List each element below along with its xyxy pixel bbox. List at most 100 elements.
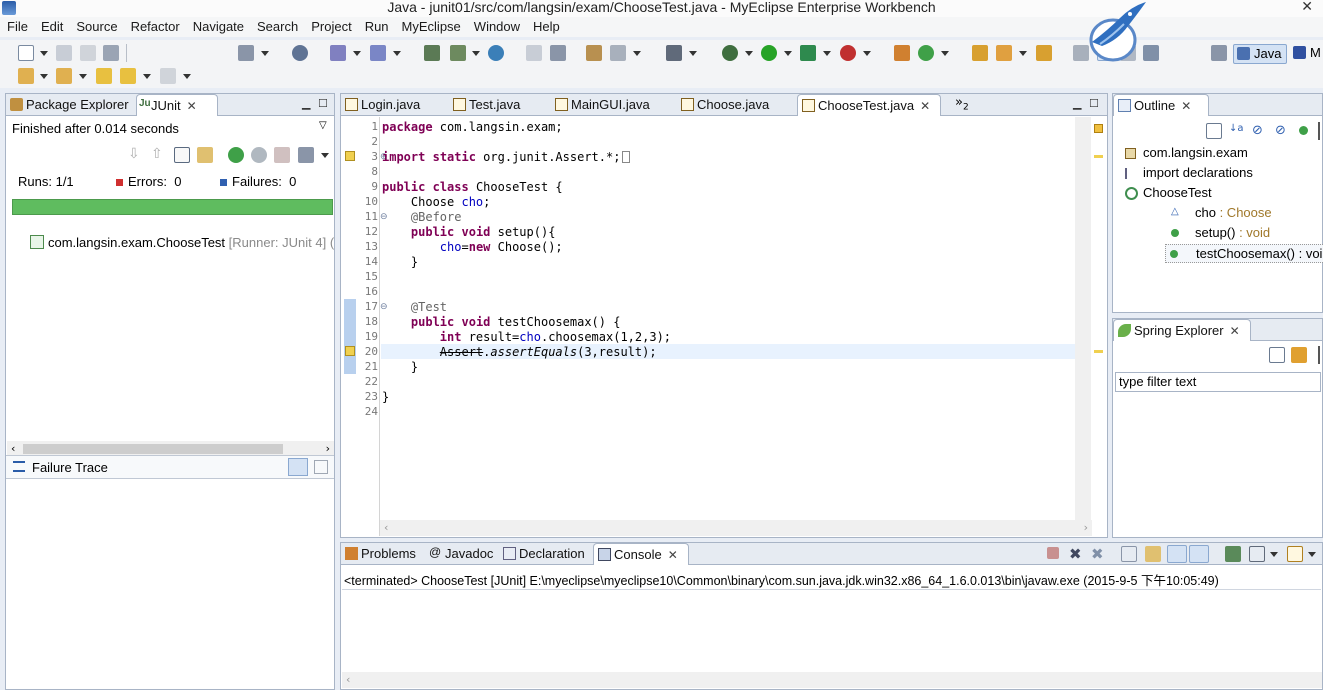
menu-navigate[interactable]: Navigate <box>186 17 250 34</box>
scroll-left-icon[interactable]: ‹ <box>346 673 350 686</box>
menu-source[interactable]: Source <box>69 17 123 34</box>
new-dropdown-icon[interactable] <box>40 51 48 56</box>
tab-login-java[interactable]: Login.java <box>341 94 445 116</box>
server-icon[interactable] <box>238 45 254 61</box>
collapse-all-icon[interactable] <box>1269 347 1285 363</box>
debug-icon[interactable] <box>722 45 738 61</box>
code-line[interactable]: public void testChoosemax() { <box>382 315 621 329</box>
external-tools-dropdown-icon[interactable] <box>863 51 871 56</box>
tab-maingui-java[interactable]: MainGUI.java <box>551 94 673 116</box>
settings-dropdown-icon[interactable] <box>633 51 641 56</box>
search-folder-icon[interactable] <box>1036 45 1052 61</box>
close-icon[interactable]: ✕ <box>920 99 930 113</box>
tab-javadoc[interactable]: @ Javadoc <box>425 543 497 565</box>
display-console-dropdown-icon[interactable] <box>1270 552 1278 557</box>
forward-icon[interactable] <box>160 68 176 84</box>
clear-console-icon[interactable] <box>1121 546 1137 562</box>
wizard-icon[interactable] <box>330 45 346 61</box>
outline-item-imports[interactable]: import declarations <box>1125 165 1253 180</box>
sort-icon[interactable]: ↓a <box>1229 123 1245 139</box>
display-console-icon[interactable] <box>1249 546 1265 562</box>
db-connect-icon[interactable] <box>450 45 466 61</box>
menu-edit[interactable]: Edit <box>34 17 69 34</box>
new-class-dropdown-icon[interactable] <box>941 51 949 56</box>
hide-nonpublic-icon[interactable] <box>1299 126 1308 135</box>
server-dropdown-icon[interactable] <box>261 51 269 56</box>
outline-item-method[interactable]: setup() : void <box>1171 225 1270 240</box>
code-line[interactable]: public void setup(){ <box>382 225 556 239</box>
rerun-failed-icon[interactable] <box>251 147 267 163</box>
remove-all-icon[interactable]: ✖ <box>1091 545 1107 563</box>
open-perspective-icon[interactable] <box>1211 45 1227 61</box>
history-icon[interactable] <box>298 147 314 163</box>
nav-back-icon[interactable] <box>526 45 542 61</box>
scroll-left-icon[interactable]: ‹ <box>11 442 15 455</box>
code-line[interactable]: Assert.assertEquals(3,result); <box>382 345 657 359</box>
tab-console[interactable]: Console ✕ <box>593 543 689 565</box>
more-tabs-button[interactable]: »2 <box>955 95 969 113</box>
print-icon[interactable] <box>103 45 119 61</box>
run-config-icon[interactable] <box>800 45 816 61</box>
tab-test-java[interactable]: Test.java <box>449 94 549 116</box>
maximize-icon[interactable]: ☐ <box>1089 97 1099 110</box>
folded-block-icon[interactable] <box>622 151 631 163</box>
outline-item-package[interactable]: com.langsin.exam <box>1125 145 1248 160</box>
db-icon[interactable] <box>424 45 440 61</box>
outline-item-field[interactable]: △ cho : Choose <box>1171 205 1272 220</box>
show-on-error-icon[interactable] <box>1189 545 1209 563</box>
tab-problems[interactable]: Problems <box>341 543 425 565</box>
tab-spring-explorer[interactable]: Spring Explorer ✕ <box>1113 319 1251 341</box>
terminate-icon[interactable] <box>1047 547 1059 559</box>
view-menu-icon[interactable] <box>1318 346 1320 364</box>
globe-icon[interactable] <box>488 45 504 61</box>
debug-dropdown-icon[interactable] <box>745 51 753 56</box>
tab-junit[interactable]: Ju JUnit ✕ <box>136 94 218 116</box>
scroll-left-icon[interactable]: ‹ <box>384 521 388 534</box>
open-console-icon[interactable] <box>1287 546 1303 562</box>
db-dropdown-icon[interactable] <box>472 51 480 56</box>
tab-declaration[interactable]: Declaration <box>499 543 591 565</box>
code-line[interactable]: package com.langsin.exam; <box>382 120 563 134</box>
hide-fields-icon[interactable]: ⊘ <box>1252 123 1268 139</box>
collapse-all-icon[interactable] <box>1206 123 1222 139</box>
scroll-lock-icon[interactable] <box>197 147 213 163</box>
link-with-editor-icon[interactable] <box>1291 347 1307 363</box>
myeclipse-perspective-icon[interactable] <box>1293 46 1306 59</box>
new-icon[interactable] <box>18 45 34 61</box>
filter-stack-icon[interactable] <box>288 458 308 476</box>
camera-dropdown-icon[interactable] <box>689 51 697 56</box>
scroll-right-icon[interactable]: › <box>326 442 330 455</box>
code-line[interactable]: int result=cho.choosemax(1,2,3); <box>382 330 671 344</box>
code-line[interactable]: } <box>382 360 418 374</box>
menu-run[interactable]: Run <box>358 17 395 34</box>
tab-outline[interactable]: Outline ✕ <box>1113 94 1209 116</box>
web-wizard-icon[interactable] <box>370 45 386 61</box>
pin-console-icon[interactable] <box>1225 546 1241 562</box>
close-icon[interactable]: ✕ <box>668 548 678 562</box>
prev-annotation-icon[interactable] <box>56 68 72 84</box>
code-line[interactable]: @Test <box>382 300 447 314</box>
outline-item-class[interactable]: ChooseTest <box>1125 185 1212 200</box>
scroll-right-icon[interactable]: › <box>1084 521 1088 534</box>
editor-horizontal-scrollbar[interactable]: ‹ › <box>380 520 1092 536</box>
test-tree-item[interactable]: com.langsin.exam.ChooseTest [Runner: JUn… <box>30 235 334 250</box>
run-icon[interactable] <box>761 45 777 61</box>
stop-icon[interactable] <box>274 147 290 163</box>
next-annotation-dropdown-icon[interactable] <box>40 74 48 79</box>
forward-dropdown-icon[interactable] <box>183 74 191 79</box>
menu-refactor[interactable]: Refactor <box>124 17 186 34</box>
menu-window[interactable]: Window <box>467 17 526 34</box>
new-class-icon[interactable] <box>918 45 934 61</box>
perspective-java[interactable]: Java <box>1233 44 1287 64</box>
menu-file[interactable]: File <box>0 17 34 34</box>
rerun-icon[interactable] <box>228 147 244 163</box>
wizard-dropdown-icon[interactable] <box>353 51 361 56</box>
filter-input[interactable]: type filter text <box>1115 372 1321 392</box>
run-config-dropdown-icon[interactable] <box>823 51 831 56</box>
tab-choosetest-java[interactable]: ChooseTest.java ✕ <box>797 94 941 116</box>
perspective-other[interactable]: M <box>1310 45 1321 60</box>
code-line[interactable]: public class ChooseTest { <box>382 180 563 194</box>
open-task-dropdown-icon[interactable] <box>1019 51 1027 56</box>
view-menu-icon[interactable] <box>1318 122 1320 140</box>
outline-item-method-selected[interactable]: testChoosemax() : void <box>1165 244 1323 263</box>
